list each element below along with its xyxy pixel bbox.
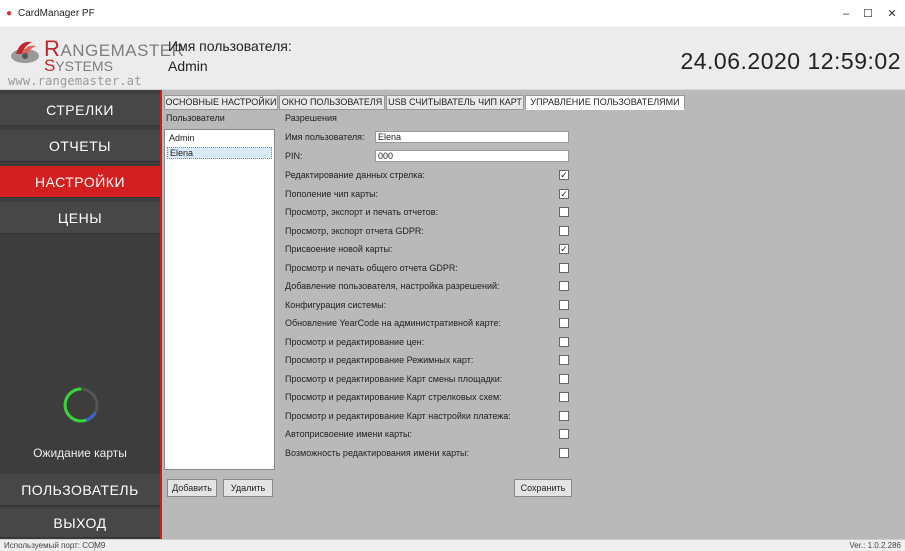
permission-checkbox[interactable] bbox=[559, 411, 569, 421]
datetime-display: 24.06.2020 12:59:02 bbox=[680, 48, 901, 74]
save-button[interactable]: Сохранить bbox=[514, 479, 572, 497]
permission-checkbox[interactable] bbox=[559, 392, 569, 402]
status-separator bbox=[94, 541, 95, 551]
logo-mark-icon bbox=[11, 41, 39, 63]
logo-line2: SYSTEMS bbox=[44, 56, 113, 75]
username-input[interactable]: Elena bbox=[375, 131, 569, 143]
permission-checkbox[interactable] bbox=[559, 226, 569, 236]
exit-button[interactable]: ВЫХОД bbox=[0, 508, 160, 538]
rangemaster-logo: RANGEMASTER SYSTEMS www.rangemaster.at bbox=[6, 32, 184, 88]
permission-label: Просмотр и редактирование Режимных карт: bbox=[285, 355, 474, 365]
permission-label: Просмотр и редактирование Карт настройки… bbox=[285, 411, 511, 421]
tab-user-management[interactable]: УПРАВЛЕНИЕ ПОЛЬЗОВАТЕЛЯМИ bbox=[525, 95, 685, 110]
status-bar: Используемый порт: COM9 Ver.: 1.0.2.286 bbox=[0, 539, 905, 551]
permission-label: Пополение чип карты: bbox=[285, 189, 379, 199]
nav-reports-button[interactable]: ОТЧЕТЫ bbox=[0, 130, 160, 162]
window-title: CardManager PF bbox=[18, 8, 95, 19]
permission-label: Просмотр и редактирование цен: bbox=[285, 337, 425, 347]
permission-checkbox[interactable] bbox=[559, 300, 569, 310]
username-header-value: Admin bbox=[168, 58, 208, 74]
permission-checkbox[interactable] bbox=[559, 429, 569, 439]
permission-label: Просмотр и редактирование Карт смены пло… bbox=[285, 374, 503, 384]
permission-checkbox[interactable] bbox=[559, 448, 569, 458]
title-bar: ● CardManager PF – ☐ ✕ bbox=[0, 0, 905, 28]
logo-url: www.rangemaster.at bbox=[8, 74, 142, 88]
close-button[interactable]: ✕ bbox=[882, 6, 902, 22]
nav-settings-button[interactable]: НАСТРОЙКИ bbox=[0, 166, 160, 198]
port-status: Используемый порт: COM9 bbox=[4, 541, 106, 550]
list-item[interactable]: Elena bbox=[167, 147, 272, 159]
add-user-button[interactable]: Добавить bbox=[167, 479, 217, 497]
permission-label: Возможность редактирования имени карты: bbox=[285, 448, 470, 458]
permission-label: Обновление YearCode на административной … bbox=[285, 318, 501, 328]
tab-usb-reader[interactable]: USB СЧИТЫВАТЕЛЬ ЧИП КАРТ bbox=[386, 95, 524, 110]
nav-prices-button[interactable]: ЦЕНЫ bbox=[0, 202, 160, 234]
delete-user-button[interactable]: Удалить bbox=[223, 479, 273, 497]
loading-spinner-icon bbox=[63, 387, 99, 423]
users-section-title: Пользователи bbox=[166, 113, 225, 123]
pin-input[interactable]: 000 bbox=[375, 150, 569, 162]
nav-shooters-button[interactable]: СТРЕЛКИ bbox=[0, 94, 160, 126]
main-area: ОСНОВНЫЕ НАСТРОЙКИ ОКНО ПОЛЬЗОВАТЕЛЯ USB… bbox=[162, 90, 905, 539]
waiting-card-text: Ожидание карты bbox=[33, 446, 127, 460]
permission-checkbox[interactable] bbox=[559, 355, 569, 365]
permission-checkbox[interactable] bbox=[559, 374, 569, 384]
username-field-label: Имя пользователя: bbox=[285, 132, 365, 142]
minimize-button[interactable]: – bbox=[836, 6, 856, 22]
permission-checkbox[interactable] bbox=[559, 263, 569, 273]
users-list[interactable]: Admin Elena bbox=[164, 129, 275, 470]
permission-label: Просмотр, экспорт отчета GDPR: bbox=[285, 226, 424, 236]
permission-checkbox[interactable] bbox=[559, 281, 569, 291]
permission-label: Просмотр и редактирование Карт стрелковы… bbox=[285, 392, 502, 402]
permission-label: Просмотр и печать общего отчета GDPR: bbox=[285, 263, 458, 273]
permission-label: Конфигурация системы: bbox=[285, 300, 387, 310]
pin-field-label: PIN: bbox=[285, 151, 303, 161]
permission-checkbox[interactable]: ✓ bbox=[559, 244, 569, 254]
permission-checkbox[interactable]: ✓ bbox=[559, 189, 569, 199]
permission-checkbox[interactable] bbox=[559, 337, 569, 347]
user-button[interactable]: ПОЛЬЗОВАТЕЛЬ bbox=[0, 474, 160, 506]
list-item[interactable]: Admin bbox=[167, 133, 272, 145]
app-icon: ● bbox=[6, 8, 13, 19]
tab-general-settings[interactable]: ОСНОВНЫЕ НАСТРОЙКИ bbox=[164, 95, 278, 110]
maximize-button[interactable]: ☐ bbox=[858, 6, 878, 22]
permission-checkbox[interactable] bbox=[559, 318, 569, 328]
permission-label: Редактирование данных стрелка: bbox=[285, 170, 425, 180]
permission-label: Просмотр, экспорт и печать отчетов: bbox=[285, 207, 439, 217]
permission-label: Добавление пользователя, настройка разре… bbox=[285, 281, 500, 291]
permission-label: Автоприсвоение имени карты: bbox=[285, 429, 412, 439]
sidebar: СТРЕЛКИ ОТЧЕТЫ НАСТРОЙКИ ЦЕНЫ Ожидание к… bbox=[0, 90, 162, 539]
tab-user-window[interactable]: ОКНО ПОЛЬЗОВАТЕЛЯ bbox=[279, 95, 385, 110]
version-label: Ver.: 1.0.2.286 bbox=[849, 541, 901, 550]
username-header-label: Имя пользователя: bbox=[168, 38, 292, 54]
permission-label: Присвоение новой карты: bbox=[285, 244, 393, 254]
permission-checkbox[interactable] bbox=[559, 207, 569, 217]
header: RANGEMASTER SYSTEMS www.rangemaster.at И… bbox=[0, 28, 905, 90]
permissions-section-title: Разрешения bbox=[285, 113, 337, 123]
permission-checkbox[interactable]: ✓ bbox=[559, 170, 569, 180]
